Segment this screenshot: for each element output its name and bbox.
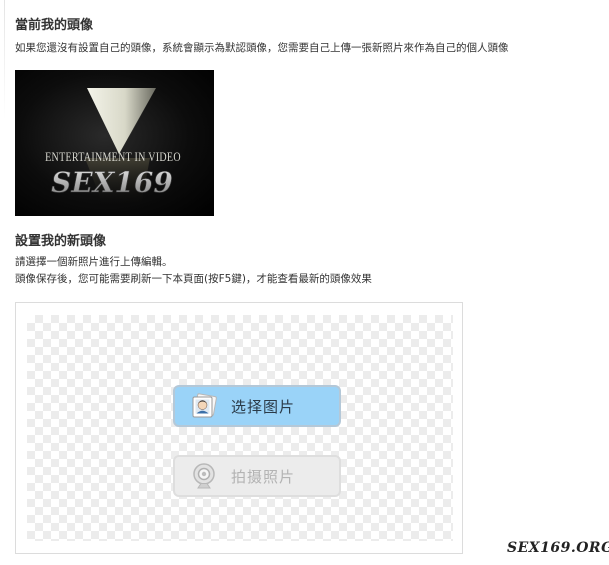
current-avatar-description: 如果您還沒有設置自己的頭像，系統會顯示為默認頭像，您需要自己上傳一張新照片來作為…: [15, 41, 509, 55]
new-avatar-note: 頭像保存後，您可能需要刷新一下本頁面(按F5鍵)，才能查看最新的頭像效果: [15, 272, 372, 286]
current-avatar-title: 當前我的頭像: [15, 18, 93, 34]
left-divider: [4, 0, 5, 120]
upload-canvas: 选择图片 拍摄照片: [27, 315, 453, 541]
site-watermark: SEX169.ORG: [507, 540, 609, 556]
triangle-logo: [87, 88, 156, 154]
take-photo-label: 拍摄照片: [231, 466, 295, 487]
avatar-top-text: ENTERTAINMENT IN VIDEO: [45, 151, 181, 164]
select-image-button[interactable]: 选择图片: [173, 385, 341, 427]
select-image-label: 选择图片: [231, 396, 295, 417]
new-avatar-instruction: 請選擇一個新照片進行上傳編輯。: [15, 255, 173, 269]
avatar-logo-graphic: ENTERTAINMENT IN VIDEO SEX169: [15, 70, 214, 216]
photo-stack-icon: [190, 392, 218, 420]
avatar-logo-text: SEX169: [51, 166, 173, 199]
take-photo-button[interactable]: 拍摄照片: [173, 455, 341, 497]
new-avatar-title: 設置我的新頭像: [15, 234, 106, 250]
current-avatar-image: ENTERTAINMENT IN VIDEO SEX169: [15, 70, 214, 216]
webcam-icon: [190, 462, 218, 490]
avatar-upload-panel: 选择图片 拍摄照片: [15, 302, 463, 554]
